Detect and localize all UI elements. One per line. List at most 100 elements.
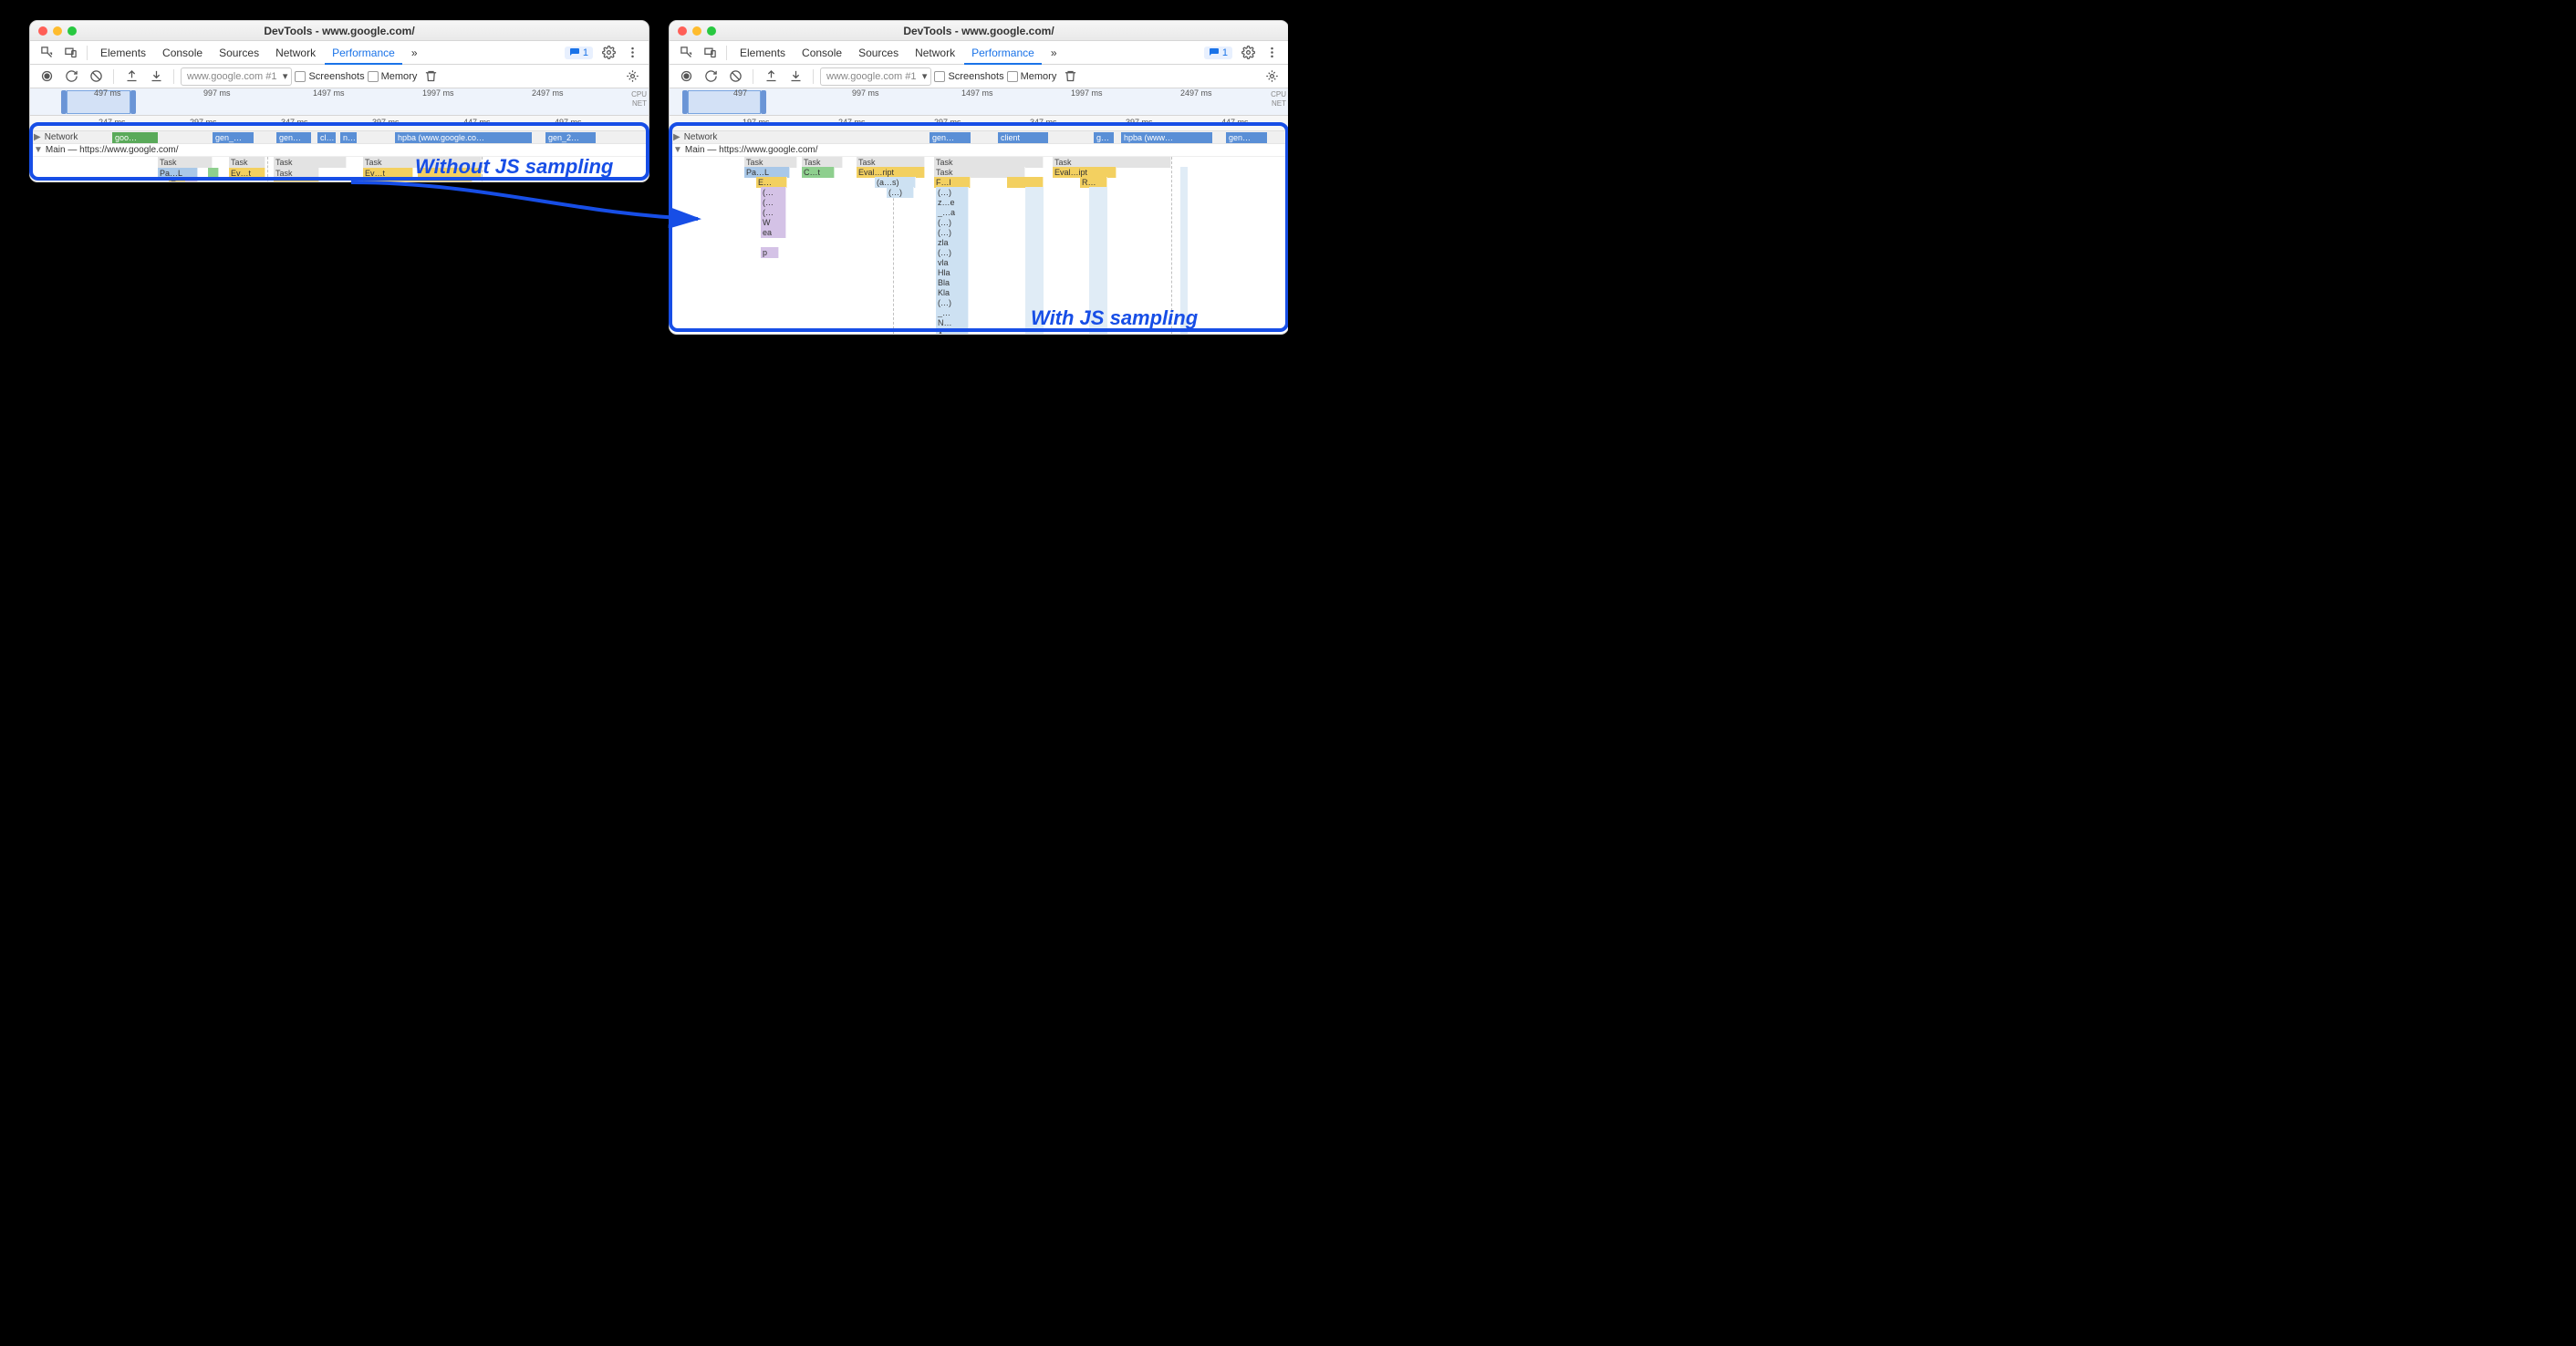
net-item[interactable]: g… — [1094, 132, 1114, 143]
capture-settings-icon[interactable] — [1261, 67, 1283, 87]
ruler-tick: 397 ms — [372, 118, 400, 127]
flame-cell[interactable] — [208, 168, 219, 179]
kebab-icon[interactable] — [621, 43, 643, 63]
memory-checkbox[interactable]: Memory — [1007, 71, 1057, 82]
disclosure-triangle-icon[interactable]: ▶ — [673, 132, 680, 142]
upload-icon[interactable] — [760, 67, 782, 87]
disclosure-triangle-icon[interactable]: ▼ — [34, 145, 43, 155]
tab-network[interactable]: Network — [268, 41, 323, 65]
upload-icon[interactable] — [120, 67, 142, 87]
net-item[interactable]: goo… — [112, 132, 158, 143]
disclosure-triangle-icon[interactable]: ▶ — [34, 132, 41, 142]
net-item[interactable]: gen… — [930, 132, 971, 143]
inspect-icon[interactable] — [36, 43, 57, 63]
device-toolbar-icon[interactable] — [59, 43, 81, 63]
ov-net-label: NET — [631, 99, 647, 108]
flame-cell[interactable]: p — [761, 247, 779, 258]
memory-label: Memory — [1021, 71, 1057, 82]
panel-tabs: Elements Console Sources Network Perform… — [670, 41, 1288, 65]
network-track[interactable]: ▶ Network goo… gen_… gen… cl… n… hpba (w… — [30, 131, 649, 144]
ov-tick: 497 ms — [94, 88, 121, 98]
overview-selection[interactable] — [688, 90, 761, 114]
gear-icon[interactable] — [597, 43, 619, 63]
disclosure-triangle-icon[interactable]: ▼ — [673, 145, 682, 155]
tab-console[interactable]: Console — [795, 41, 849, 65]
record-icon[interactable] — [36, 67, 57, 87]
net-item[interactable]: hpba (www.google.co… — [395, 132, 532, 143]
gear-icon[interactable] — [1237, 43, 1259, 63]
tabs-overflow[interactable]: » — [1044, 41, 1065, 65]
time-ruler[interactable]: 197 ms 247 ms 297 ms 347 ms 397 ms 447 m… — [670, 116, 1288, 131]
reload-record-icon[interactable] — [700, 67, 722, 87]
issues-badge[interactable]: 1 — [565, 47, 593, 59]
network-track[interactable]: ▶ Network gen… client g… hpba (www… gen… — [670, 131, 1288, 144]
device-toolbar-icon[interactable] — [699, 43, 721, 63]
net-item[interactable]: gen_2… — [545, 132, 596, 143]
tab-elements[interactable]: Elements — [732, 41, 793, 65]
tab-performance[interactable]: Performance — [964, 41, 1042, 65]
main-label: Main — https://www.google.com/ — [46, 145, 179, 155]
clear-icon[interactable] — [85, 67, 107, 87]
capture-settings-icon[interactable] — [621, 67, 643, 87]
flame-cell[interactable] — [274, 179, 319, 182]
tabs-overflow[interactable]: » — [404, 41, 425, 65]
net-item[interactable]: n… — [340, 132, 357, 143]
overview-handle-right[interactable] — [761, 90, 766, 114]
ov-tick: 1497 ms — [961, 88, 993, 98]
net-item[interactable]: gen… — [276, 132, 311, 143]
tab-performance[interactable]: Performance — [325, 41, 402, 65]
gc-icon[interactable] — [1059, 67, 1081, 87]
tab-elements[interactable]: Elements — [93, 41, 153, 65]
inspect-icon[interactable] — [675, 43, 697, 63]
download-icon[interactable] — [784, 67, 806, 87]
main-track-header[interactable]: ▼ Main — https://www.google.com/ — [670, 144, 1288, 157]
overview-minimap[interactable]: 497 997 ms 1497 ms 1997 ms 2497 ms CPU N… — [670, 88, 1288, 116]
flame-cell[interactable]: Ev…t — [363, 168, 413, 179]
flame-cell[interactable]: Task — [229, 157, 265, 168]
clear-icon[interactable] — [724, 67, 746, 87]
ruler-tick: 297 ms — [934, 118, 961, 127]
gc-icon[interactable] — [420, 67, 441, 87]
ov-tick: 1997 ms — [422, 88, 454, 98]
record-icon[interactable] — [675, 67, 697, 87]
net-item[interactable]: client — [998, 132, 1048, 143]
net-item[interactable]: cl… — [317, 132, 336, 143]
ruler-tick: 247 ms — [99, 118, 126, 127]
net-item[interactable]: gen… — [1226, 132, 1267, 143]
screenshots-checkbox[interactable]: Screenshots — [934, 71, 1003, 82]
screenshots-checkbox[interactable]: Screenshots — [295, 71, 364, 82]
flame-cell[interactable]: (…) — [887, 187, 914, 198]
net-item[interactable]: hpba (www… — [1121, 132, 1212, 143]
flame-cell[interactable]: ea — [761, 227, 786, 238]
kebab-icon[interactable] — [1261, 43, 1283, 63]
overview-handle-right[interactable] — [130, 90, 136, 114]
flame-cell[interactable] — [363, 179, 473, 182]
overview-minimap[interactable]: 497 ms 997 ms 1497 ms 1997 ms 2497 ms CP… — [30, 88, 649, 116]
download-icon[interactable] — [145, 67, 167, 87]
ov-tick: 997 ms — [852, 88, 879, 98]
flame-cell[interactable]: Task — [158, 157, 213, 168]
time-ruler[interactable]: 247 ms 297 ms 347 ms 397 ms 447 ms 497 m… — [30, 116, 649, 131]
tab-network[interactable]: Network — [908, 41, 962, 65]
tab-console[interactable]: Console — [155, 41, 210, 65]
tab-sources[interactable]: Sources — [851, 41, 906, 65]
recording-select[interactable]: www.google.com #1 — [820, 67, 931, 86]
memory-checkbox[interactable]: Memory — [368, 71, 418, 82]
arrow-icon — [347, 178, 712, 228]
reload-record-icon[interactable] — [60, 67, 82, 87]
ov-net-label: NET — [1271, 99, 1286, 108]
panel-tabs: Elements Console Sources Network Perform… — [30, 41, 649, 65]
flame-cell[interactable]: Task — [274, 157, 347, 168]
flame-cell[interactable]: X… — [936, 327, 969, 335]
issues-badge[interactable]: 1 — [1204, 47, 1232, 59]
recording-select[interactable]: www.google.com #1 — [181, 67, 292, 86]
net-item[interactable]: gen_… — [213, 132, 254, 143]
ruler-tick: 347 ms — [1030, 118, 1057, 127]
flame-cell[interactable]: Pa…L — [158, 168, 198, 179]
flame-cell[interactable]: Ev…t — [229, 168, 265, 179]
flame-cell[interactable]: Task — [274, 168, 319, 179]
flame-cell[interactable] — [185, 179, 198, 182]
devtools-window-right: DevTools - www.google.com/ Elements Cons… — [669, 20, 1288, 335]
tab-sources[interactable]: Sources — [212, 41, 266, 65]
ov-tick: 1997 ms — [1071, 88, 1103, 98]
